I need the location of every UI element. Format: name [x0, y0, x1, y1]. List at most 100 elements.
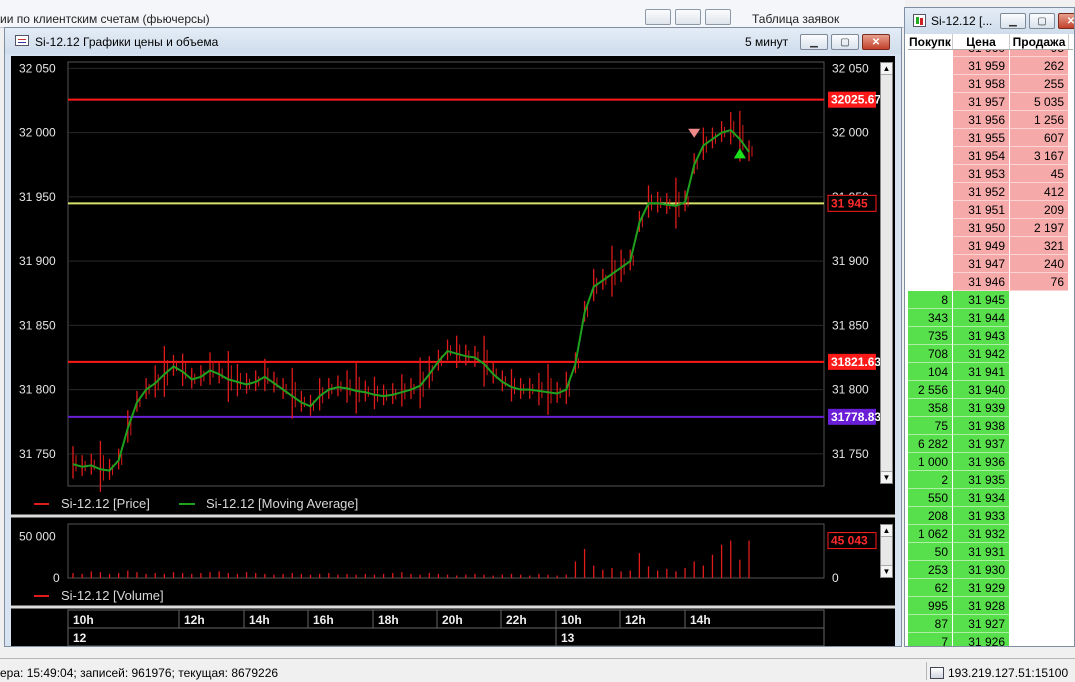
bid-row[interactable]: 208 31 933	[908, 507, 1073, 525]
scroll-down-arrow-icon[interactable]: ▼	[881, 471, 892, 483]
bid-row[interactable]: 50 31 931	[908, 543, 1073, 561]
status-connection[interactable]: 193.219.127.51:15100	[930, 666, 1068, 680]
ask-qty-cell[interactable]	[1010, 435, 1069, 453]
bid-qty-cell[interactable]: 343	[908, 309, 953, 327]
price-cell[interactable]: 31 931	[953, 543, 1010, 561]
price-volume-chart[interactable]: 32 05032 05032 00032 00031 95031 95031 9…	[11, 56, 895, 646]
bid-row[interactable]: 1 062 31 932	[908, 525, 1073, 543]
ask-row[interactable]: 31 954 3 167	[908, 147, 1073, 165]
ask-qty-cell[interactable]	[1010, 597, 1069, 615]
bid-qty-cell[interactable]: 6 282	[908, 435, 953, 453]
ask-qty-cell[interactable]: 2 197	[1010, 219, 1069, 237]
ask-row[interactable]: 31 950 2 197	[908, 219, 1073, 237]
price-cell[interactable]: 31 939	[953, 399, 1010, 417]
ask-qty-cell[interactable]: 209	[1010, 201, 1069, 219]
ask-qty-cell[interactable]: 412	[1010, 183, 1069, 201]
bid-qty-cell[interactable]: 358	[908, 399, 953, 417]
ask-qty-cell[interactable]	[1010, 309, 1069, 327]
price-cell[interactable]: 31 956	[953, 111, 1010, 129]
ask-qty-cell[interactable]	[1010, 453, 1069, 471]
bid-qty-cell[interactable]: 1 062	[908, 525, 953, 543]
bid-qty-cell[interactable]	[908, 93, 953, 111]
ask-qty-cell[interactable]	[1010, 345, 1069, 363]
maximize-button[interactable]: ▢	[831, 34, 859, 50]
chart-window-titlebar[interactable]: Si-12.12 Графики цены и объема 5 минут ▁…	[5, 28, 901, 54]
ask-qty-cell[interactable]	[1010, 579, 1069, 597]
price-cell[interactable]: 31 958	[953, 75, 1010, 93]
ask-qty-cell[interactable]: 321	[1010, 237, 1069, 255]
ask-qty-cell[interactable]	[1010, 291, 1069, 309]
price-cell[interactable]: 31 938	[953, 417, 1010, 435]
book-minimize-button[interactable]: ▁	[1000, 13, 1026, 29]
bid-qty-cell[interactable]	[908, 273, 953, 291]
ask-qty-cell[interactable]	[1010, 399, 1069, 417]
bid-qty-cell[interactable]: 2 556	[908, 381, 953, 399]
ask-qty-cell[interactable]: 76	[1010, 273, 1069, 291]
bid-qty-cell[interactable]: 735	[908, 327, 953, 345]
price-cell[interactable]: 31 953	[953, 165, 1010, 183]
bid-qty-cell[interactable]	[908, 219, 953, 237]
chart-area[interactable]: 32 05032 05032 00032 00031 95031 95031 9…	[11, 56, 895, 646]
volume-scroll-down-icon[interactable]: ▼	[881, 565, 892, 577]
ask-row[interactable]: 31 96095	[908, 50, 1073, 57]
ask-qty-cell[interactable]: 3 167	[1010, 147, 1069, 165]
bid-qty-cell[interactable]: 995	[908, 597, 953, 615]
bid-qty-cell[interactable]: 1 000	[908, 453, 953, 471]
bid-qty-cell[interactable]	[908, 237, 953, 255]
ask-qty-cell[interactable]	[1010, 417, 1069, 435]
price-cell[interactable]: 31 942	[953, 345, 1010, 363]
bid-qty-cell[interactable]: 62	[908, 579, 953, 597]
ask-qty-cell[interactable]	[1010, 615, 1069, 633]
price-cell[interactable]: 31 944	[953, 309, 1010, 327]
ask-qty-cell[interactable]	[1010, 489, 1069, 507]
bid-row[interactable]: 358 31 939	[908, 399, 1073, 417]
price-cell[interactable]: 31 941	[953, 363, 1010, 381]
ask-qty-cell[interactable]	[1010, 561, 1069, 579]
price-cell[interactable]: 31 959	[953, 57, 1010, 75]
ask-row[interactable]: 31 955 607	[908, 129, 1073, 147]
order-book-titlebar[interactable]: Si-12.12 [... ▁ ▢ ✕	[905, 8, 1074, 34]
price-cell[interactable]: 31 933	[953, 507, 1010, 525]
price-cell[interactable]: 31 926	[953, 633, 1010, 646]
ask-row[interactable]: 31 956 1 256	[908, 111, 1073, 129]
ask-row[interactable]: 31 959 262	[908, 57, 1073, 75]
bid-qty-cell[interactable]	[908, 57, 953, 75]
price-cell[interactable]: 31 927	[953, 615, 1010, 633]
order-book-table[interactable]: Покупк Цена Продажа 31 9609531 95926231 …	[908, 34, 1073, 646]
price-cell[interactable]: 31 955	[953, 129, 1010, 147]
ask-qty-cell[interactable]: 262	[1010, 57, 1069, 75]
book-close-button[interactable]: ✕	[1058, 13, 1074, 29]
ask-qty-cell[interactable]	[1010, 471, 1069, 489]
header-ask[interactable]: Продажа	[1010, 34, 1069, 49]
price-cell[interactable]: 31 943	[953, 327, 1010, 345]
price-cell[interactable]: 31 937	[953, 435, 1010, 453]
ask-qty-cell[interactable]	[1010, 507, 1069, 525]
price-cell[interactable]: 31 950	[953, 219, 1010, 237]
minimize-button[interactable]: ▁	[800, 34, 828, 50]
price-cell[interactable]: 31 935	[953, 471, 1010, 489]
bid-qty-cell[interactable]: 550	[908, 489, 953, 507]
bid-qty-cell[interactable]: 104	[908, 363, 953, 381]
bg-close-button[interactable]	[705, 9, 731, 25]
bid-row[interactable]: 995 31 928	[908, 597, 1073, 615]
bid-qty-cell[interactable]: 708	[908, 345, 953, 363]
price-cell[interactable]: 31 949	[953, 237, 1010, 255]
ask-row[interactable]: 31 946 76	[908, 273, 1073, 291]
close-button[interactable]: ✕	[862, 34, 890, 50]
bid-qty-cell[interactable]: 87	[908, 615, 953, 633]
timeframe-label[interactable]: 5 минут	[745, 35, 788, 49]
ask-row[interactable]: 31 953 45	[908, 165, 1073, 183]
bid-qty-cell[interactable]: 7	[908, 633, 953, 646]
bid-row[interactable]: 708 31 942	[908, 345, 1073, 363]
price-cell[interactable]: 31 952	[953, 183, 1010, 201]
bid-row[interactable]: 62 31 929	[908, 579, 1073, 597]
bid-qty-cell[interactable]: 50	[908, 543, 953, 561]
bid-qty-cell[interactable]: 208	[908, 507, 953, 525]
bid-qty-cell[interactable]	[908, 50, 953, 57]
price-cell[interactable]: 31 945	[953, 291, 1010, 309]
bid-row[interactable]: 75 31 938	[908, 417, 1073, 435]
background-window-title[interactable]: ии по клиентским счетам (фьючерсы)	[0, 12, 210, 26]
bid-row[interactable]: 104 31 941	[908, 363, 1073, 381]
price-cell[interactable]: 31 936	[953, 453, 1010, 471]
header-bid[interactable]: Покупк	[908, 34, 953, 49]
